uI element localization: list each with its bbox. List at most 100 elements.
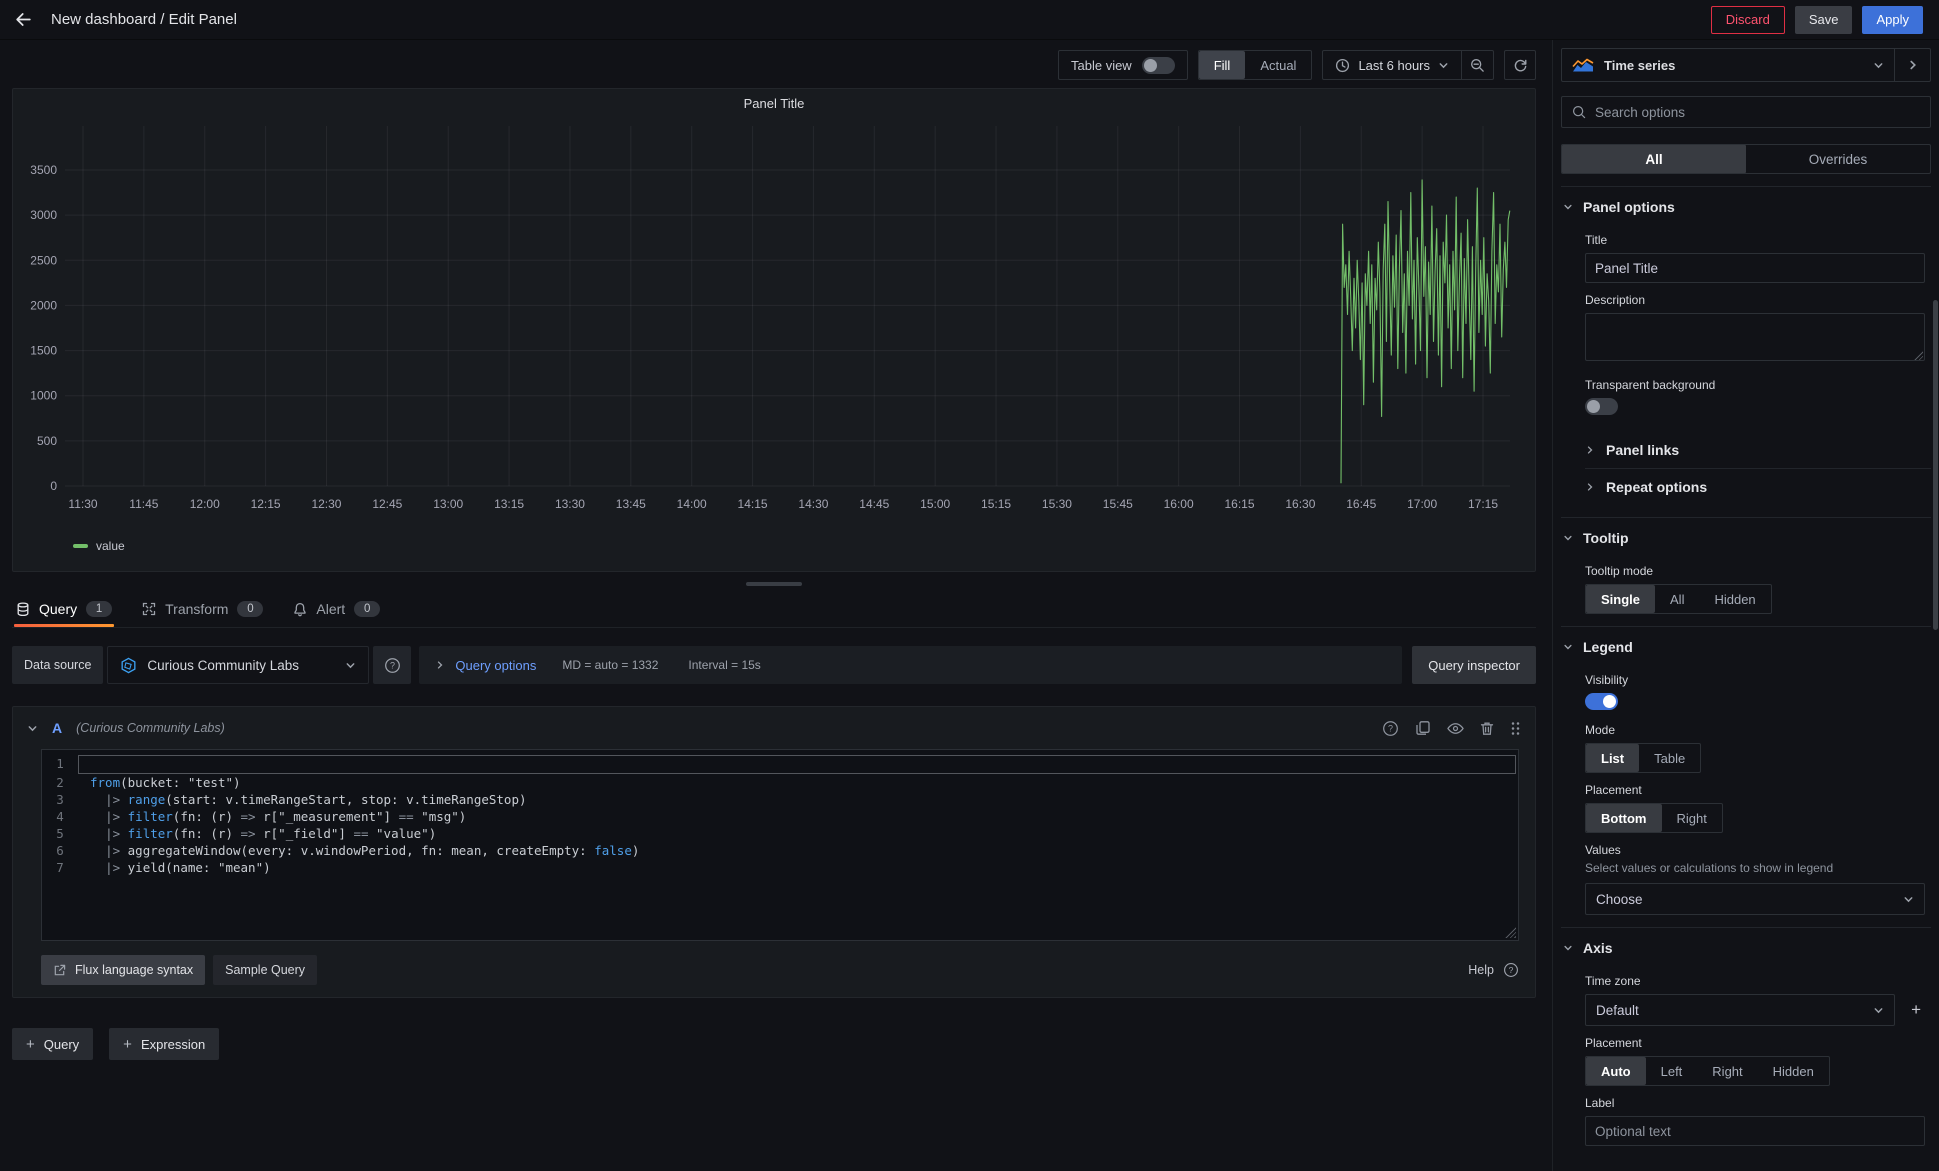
legend-values-select[interactable]: Choose: [1585, 883, 1925, 915]
page-title: New dashboard / Edit Panel: [51, 11, 237, 28]
transparent-bg-toggle[interactable]: [1585, 398, 1618, 415]
time-range-picker[interactable]: Last 6 hours: [1323, 51, 1461, 79]
disable-query-eye-icon[interactable]: [1447, 722, 1464, 735]
axis-placement-auto[interactable]: Auto: [1586, 1057, 1646, 1085]
help-button[interactable]: Help ?: [1468, 962, 1519, 978]
legend-visibility-toggle[interactable]: [1585, 693, 1618, 710]
search-icon: [1572, 105, 1586, 119]
actual-option[interactable]: Actual: [1245, 51, 1311, 79]
add-query-label: Query: [44, 1037, 79, 1052]
tab-query[interactable]: Query 1: [14, 592, 114, 627]
drag-handle-icon[interactable]: [1510, 721, 1521, 736]
axis-label-input[interactable]: [1585, 1116, 1925, 1146]
legend-visibility-label: Visibility: [1585, 673, 1925, 687]
repeat-options-collapse[interactable]: Repeat options: [1585, 468, 1931, 505]
legend-placement-right[interactable]: Right: [1662, 804, 1722, 832]
tab-alert[interactable]: Alert 0: [291, 592, 382, 627]
svg-text:?: ?: [1509, 965, 1514, 975]
svg-text:17:00: 17:00: [1407, 497, 1437, 511]
tooltip-mode-hidden[interactable]: Hidden: [1699, 585, 1770, 613]
table-view-toggle[interactable]: [1142, 57, 1175, 74]
query-header: A (Curious Community Labs) ?: [13, 707, 1535, 749]
chart-legend[interactable]: value: [21, 539, 1527, 553]
question-circle-icon: ?: [1503, 962, 1519, 978]
editor-tabs: Query 1 Transform 0 Alert 0: [12, 590, 1536, 628]
tab-all[interactable]: All: [1562, 145, 1746, 173]
query-inspector-button[interactable]: Query inspector: [1412, 646, 1536, 684]
tab-alert-label: Alert: [316, 601, 345, 617]
legend-placement-bottom[interactable]: Bottom: [1586, 804, 1662, 832]
legend-mode-list[interactable]: List: [1586, 744, 1639, 772]
delete-query-trash-icon[interactable]: [1480, 721, 1494, 736]
panel-resize-handle[interactable]: [746, 582, 802, 586]
apply-button[interactable]: Apply: [1862, 6, 1923, 34]
tooltip-mode-group: Single All Hidden: [1585, 584, 1772, 614]
svg-text:12:15: 12:15: [251, 497, 281, 511]
axis-title: Axis: [1583, 940, 1613, 956]
top-bar: New dashboard / Edit Panel Discard Save …: [0, 0, 1939, 40]
svg-text:2500: 2500: [30, 253, 57, 267]
axis-placement-left[interactable]: Left: [1646, 1057, 1698, 1085]
visualization-picker[interactable]: Time series: [1561, 48, 1895, 82]
chevron-down-icon: [1563, 202, 1573, 212]
flux-code-editor[interactable]: 1 2from(bucket: "test")3 |> range(start:…: [41, 749, 1519, 941]
tab-overrides[interactable]: Overrides: [1746, 145, 1930, 173]
axis-placement-right[interactable]: Right: [1697, 1057, 1757, 1085]
search-input[interactable]: [1595, 105, 1920, 120]
help-label: Help: [1468, 963, 1494, 977]
add-timezone-button[interactable]: +: [1907, 1000, 1925, 1020]
svg-text:12:45: 12:45: [372, 497, 402, 511]
refresh-button[interactable]: [1504, 50, 1536, 80]
tab-transform[interactable]: Transform 0: [140, 592, 265, 627]
clock-icon: [1335, 58, 1350, 73]
timezone-select[interactable]: Default: [1585, 994, 1895, 1026]
tooltip-mode-all[interactable]: All: [1655, 585, 1699, 613]
sample-query-button[interactable]: Sample Query: [213, 955, 317, 985]
fill-option[interactable]: Fill: [1199, 51, 1246, 79]
table-view-group: Table view: [1058, 50, 1188, 80]
options-search[interactable]: [1561, 96, 1931, 128]
collapse-sidebar-button[interactable]: [1895, 48, 1931, 82]
query-ref-id[interactable]: A: [52, 720, 62, 736]
section-panel-options: Panel options Title Description Transpar…: [1561, 186, 1931, 517]
save-button[interactable]: Save: [1795, 6, 1853, 34]
chevron-right-icon: [1585, 445, 1595, 455]
panel-links-collapse[interactable]: Panel links: [1585, 432, 1931, 468]
panel-options-header[interactable]: Panel options: [1561, 187, 1931, 223]
panel-title-input[interactable]: [1585, 253, 1925, 283]
query-options-link[interactable]: Query options: [455, 658, 536, 673]
svg-text:1000: 1000: [30, 389, 57, 403]
legend-placement-group: Bottom Right: [1585, 803, 1723, 833]
discard-button[interactable]: Discard: [1711, 6, 1785, 34]
zoom-out-icon: [1470, 58, 1485, 73]
axis-header[interactable]: Axis: [1561, 928, 1931, 964]
svg-text:11:30: 11:30: [68, 497, 97, 511]
plus-icon: +: [26, 1036, 35, 1053]
datasource-picker[interactable]: Curious Community Labs: [107, 646, 369, 684]
legend-mode-table[interactable]: Table: [1639, 744, 1700, 772]
sidebar-scrollbar[interactable]: [1933, 300, 1938, 630]
chevron-down-icon: [1873, 1005, 1884, 1016]
query-help-icon[interactable]: ?: [1382, 720, 1399, 737]
timezone-value: Default: [1596, 1003, 1873, 1018]
flux-syntax-button[interactable]: Flux language syntax: [41, 955, 205, 985]
duplicate-query-icon[interactable]: [1415, 720, 1431, 736]
svg-text:14:30: 14:30: [798, 497, 828, 511]
code-resize-handle[interactable]: [1505, 927, 1516, 938]
tooltip-mode-single[interactable]: Single: [1586, 585, 1655, 613]
add-expression-button[interactable]: + Expression: [109, 1028, 219, 1060]
add-query-button[interactable]: + Query: [12, 1028, 93, 1060]
zoom-out-button[interactable]: [1461, 51, 1493, 79]
chart-panel: Panel Title 0500100015002000250030003500…: [12, 88, 1536, 572]
description-textarea[interactable]: [1585, 313, 1925, 361]
chevron-down-icon: [1873, 60, 1884, 71]
chevron-down-icon[interactable]: [27, 723, 38, 734]
svg-text:14:15: 14:15: [738, 497, 768, 511]
back-button[interactable]: [14, 10, 33, 29]
tooltip-header[interactable]: Tooltip: [1561, 518, 1931, 554]
time-series-chart[interactable]: 050010001500200025003000350011:3011:4512…: [21, 118, 1527, 536]
datasource-help-button[interactable]: ?: [373, 646, 411, 684]
axis-placement-hidden[interactable]: Hidden: [1758, 1057, 1829, 1085]
legend-header[interactable]: Legend: [1561, 627, 1931, 663]
svg-text:12:30: 12:30: [311, 497, 341, 511]
